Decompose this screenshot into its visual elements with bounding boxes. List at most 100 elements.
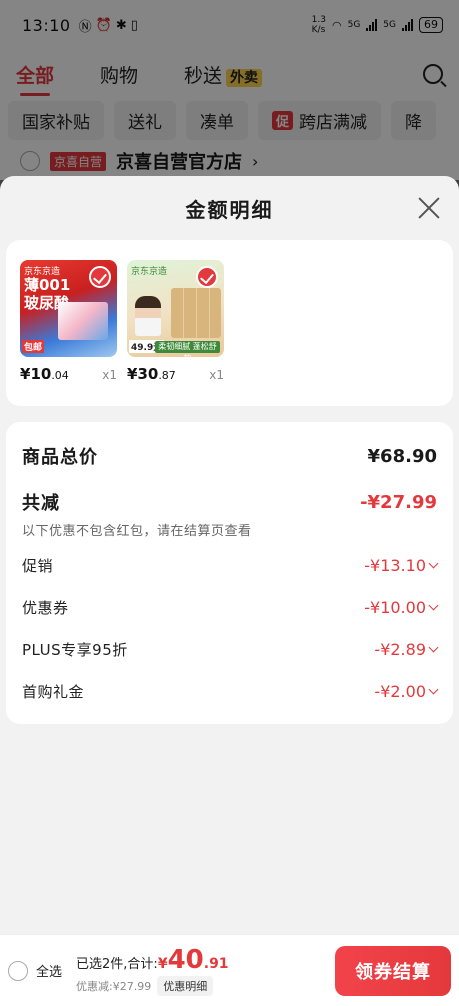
wifi-icon: ◠ [331,18,342,32]
product-person-graphic [135,296,161,336]
price-breakdown: 商品总价 ¥68.90 共减 -¥27.99 以下优惠不包含红包，请在结算页查看… [6,422,453,724]
takeout-badge: 外卖 [226,68,263,87]
status-bar: 13:10 Ⓝ ⏰ ✱ ▯ 1.3 K/s ◠ 5G 5G 69 [0,0,459,50]
product-info: ¥10.04 x1 [20,365,117,383]
checked-icon[interactable] [196,266,218,288]
status-notification-icons: Ⓝ ⏰ ✱ ▯ [79,16,138,35]
discount-row-first-purchase[interactable]: 首购礼金 -¥2.00 [22,670,439,712]
close-icon[interactable] [417,196,441,220]
product-image-badge: 包邮 [22,340,45,353]
status-time: 13:10 [22,15,71,35]
product-list: 京东京造 薄001 玻尿酸 包邮 ¥10.04 x1 京东京造 49.9元 柔韧 [6,240,453,406]
discount-amount: -¥10.00 [364,597,426,617]
net-speed-value: 1.3 [311,15,326,25]
select-all-label[interactable]: 全选 [36,961,62,980]
sheet-header: 金额明细 [0,176,459,240]
product-image-title-line1: 薄001 [24,276,71,294]
net-speed: 1.3 K/s [312,15,326,35]
product-price: ¥30.87 [127,365,176,383]
tab-shopping[interactable]: 购物 [100,61,138,88]
status-right-icons: 1.3 K/s ◠ 5G 5G 69 [312,15,443,35]
checkout-summary: 已选2件,合计: ¥ 40 .91 优惠减:¥27.99 优惠明细 [76,946,229,996]
battery-icon: 69 [419,17,443,33]
product-box-graphic [58,302,108,340]
discount-row-plus[interactable]: PLUS专享95折 -¥2.89 [22,628,439,670]
tab-express[interactable]: 秒送 外卖 [184,61,263,88]
shop-name[interactable]: 京喜自营官方店 [116,148,242,174]
search-icon[interactable] [423,64,443,84]
discount-row-promotion[interactable]: 促销 -¥13.10 [22,544,439,586]
product-image: 京东京造 薄001 玻尿酸 包邮 [20,260,117,357]
discount-row-coupon[interactable]: 优惠券 -¥10.00 [22,586,439,628]
discount-amount: -¥2.89 [374,639,426,659]
signal-icon-2 [402,19,413,31]
checkout-discount-line: 优惠减:¥27.99 优惠明细 [76,975,229,996]
shop-select-radio[interactable] [20,151,40,171]
chip-add-on[interactable]: 凑单 [186,100,248,140]
chevron-down-icon [428,684,439,694]
product-item[interactable]: 京东京造 薄001 玻尿酸 包邮 ¥10.04 x1 [20,260,117,406]
total-value: ¥68.90 [367,445,437,467]
discount-value: -¥2.89 [374,639,439,659]
chip-national-subsidy[interactable]: 国家补贴 [8,100,104,140]
discount-value: -¥13.10 [364,555,439,575]
filter-chips: 国家补贴 送礼 凑单 促 跨店满减 降 [0,98,459,142]
sheet-title: 金额明细 [185,197,274,222]
product-image-brand: 京东京造 [131,267,168,277]
checked-icon[interactable] [89,266,111,288]
price-symbol: ¥ [20,365,31,383]
shop-tag: 京喜自营 [50,151,107,171]
shop-row: 京喜自营 京喜自营官方店 › [0,142,459,180]
product-info: ¥30.87 x1 [127,365,224,383]
select-all-radio[interactable] [8,960,28,981]
price-symbol: ¥ [127,365,138,383]
total-row: 商品总价 ¥68.90 [22,440,437,472]
product-image-bar: 柔韧细腻 蓬松舒软 [155,341,220,357]
discount-label: 首购礼金 [22,682,85,701]
price-decimal: .87 [158,369,176,382]
discount-label: 促销 [22,556,54,575]
total-price-symbol: ¥ [157,955,168,972]
checkout-button[interactable]: 领券结算 [335,945,451,996]
product-item[interactable]: 京东京造 49.9元 柔韧细腻 蓬松舒软 ¥30.87 x1 [127,260,224,406]
product-qty: x1 [209,368,224,382]
vibrate-icon: ▯ [130,17,138,33]
chevron-down-icon [428,558,439,568]
discount-value: -¥2.00 [374,681,439,701]
total-label: 商品总价 [22,447,98,468]
total-price-decimal: .91 [203,955,229,972]
discount-amount: -¥2.00 [374,681,426,701]
discount-total-text: 优惠减:¥27.99 [76,979,152,993]
discount-label: PLUS专享95折 [22,640,128,659]
signal-label-2: 5G [383,20,396,30]
discount-value: -¥10.00 [364,597,439,617]
reduction-label: 共减 [22,493,60,514]
chip-cross-store-discount[interactable]: 促 跨店满减 [258,100,382,140]
price-decimal: .04 [51,369,69,382]
chip-cross-store-label: 跨店满减 [299,112,368,133]
price-integer: 30 [137,365,159,383]
product-tissue-graphic [171,288,221,338]
amount-detail-sheet: 金额明细 京东京造 薄001 玻尿酸 包邮 ¥10.04 x1 京东京造 49.… [0,176,459,934]
tab-express-label: 秒送 [184,64,223,87]
top-tabs: 全部 购物 秒送 外卖 [0,50,459,98]
signal-label-1: 5G [347,20,361,30]
chip-gift[interactable]: 送礼 [114,100,176,140]
reduction-row: 共减 -¥27.99 [22,484,437,520]
chevron-down-icon [428,642,439,652]
tab-all[interactable]: 全部 [16,61,54,96]
discount-label: 优惠券 [22,598,69,617]
discount-detail-button[interactable]: 优惠明细 [157,975,214,996]
selected-count-text: 已选2件,合计: [76,956,158,972]
chevron-right-icon: › [252,151,259,171]
product-price: ¥10.04 [20,365,69,383]
reduction-value: -¥27.99 [360,491,437,513]
checkout-bar: 全选 已选2件,合计: ¥ 40 .91 优惠减:¥27.99 优惠明细 领券结… [0,934,459,1006]
bluetooth-icon: ✱ [115,17,127,33]
background-page: 13:10 Ⓝ ⏰ ✱ ▯ 1.3 K/s ◠ 5G 5G 69 全部 购物 秒… [0,0,459,180]
signal-icon-1 [366,19,378,31]
chip-price-drop[interactable]: 降 [391,100,437,140]
reduction-note: 以下优惠不包含红包，请在结算页查看 [22,524,252,539]
discount-amount: -¥13.10 [364,555,426,575]
alarm-icon: ⏰ [95,17,112,33]
